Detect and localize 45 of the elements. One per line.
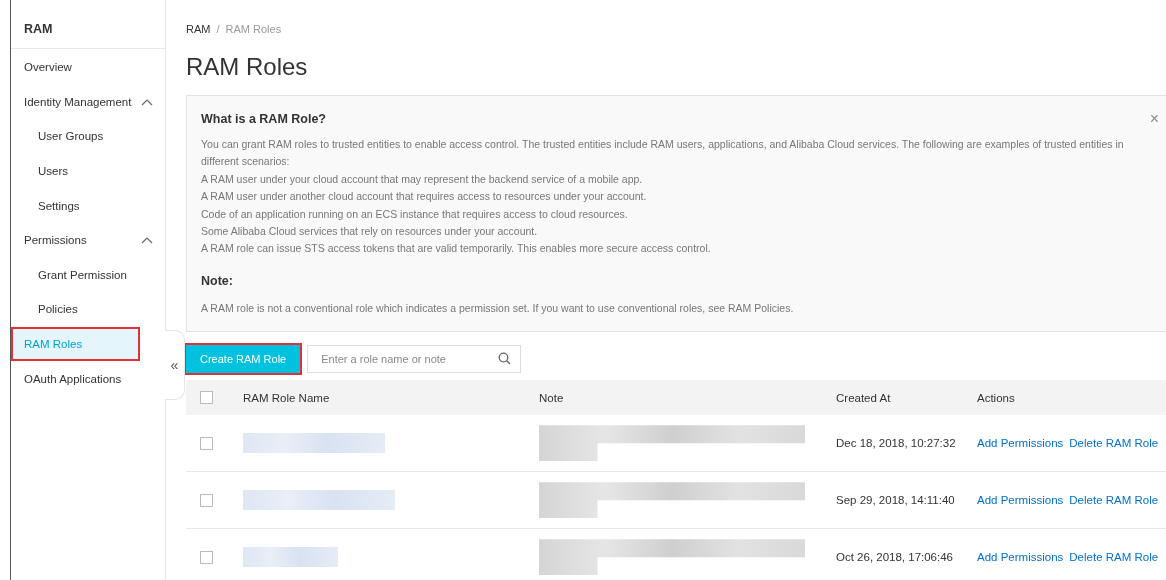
- checkbox[interactable]: [200, 493, 213, 507]
- info-text: A RAM role can issue STS access tokens that are valid temporarily. This enables more secure access control.: [201, 241, 712, 257]
- action-link[interactable]: Add Permissions: [977, 551, 1064, 564]
- checkbox[interactable]: [200, 550, 213, 564]
- breadcrumb-item[interactable]: RAM: [186, 23, 211, 35]
- collapse-handle[interactable]: «: [165, 330, 185, 400]
- action-link[interactable]: Add Permissions: [977, 494, 1064, 507]
- chevron-icon[interactable]: [141, 97, 153, 106]
- info-text: You can grant RAM roles to trusted entities to enable access control. The trusted entities include RAM users, applications, and Alibaba Cloud services. The following are examples of trusted entities in different scenarios:: [201, 137, 1125, 170]
- info-text: Code of an application running on an ECS instance that requires access to cloud resources.: [201, 206, 629, 222]
- note-heading: Note:: [201, 273, 234, 288]
- sidebar-item[interactable]: Identity Management: [11, 84, 165, 120]
- action-link[interactable]: Delete RAM Role: [1069, 437, 1159, 450]
- table-cell: Dec 18, 2018, 10:27:32: [836, 437, 956, 450]
- sidebar-title: RAM: [11, 0, 165, 49]
- sidebar-item[interactable]: Grant Permission: [11, 257, 165, 293]
- table-cell: Sep 29, 2018, 14:11:40: [836, 494, 955, 507]
- breadcrumb-item: RAM Roles: [225, 23, 282, 35]
- column-header: Created At: [836, 391, 891, 404]
- checkbox[interactable]: [200, 391, 213, 405]
- search-icon: [498, 352, 512, 366]
- breadcrumb-separator: /: [216, 23, 220, 35]
- sidebar-item[interactable]: Permissions: [11, 222, 165, 258]
- table-cell: Oct 26, 2018, 17:06:46: [836, 551, 953, 564]
- column-header: RAM Role Name: [243, 391, 330, 404]
- sidebar-item[interactable]: Settings: [11, 188, 165, 223]
- sidebar-item[interactable]: Overview: [11, 50, 165, 85]
- info-heading: What is a RAM Role?: [201, 112, 327, 126]
- checkbox[interactable]: [200, 436, 213, 450]
- note-text: A RAM role is not a conventional role which indicates a permission set. If you want to use conventional roles, see RAM Policies.: [201, 300, 795, 316]
- page-title: RAM Roles: [186, 53, 309, 81]
- info-text: A RAM user under another cloud account that requires access to resources under your account.: [201, 189, 648, 205]
- sidebar-item[interactable]: Policies: [11, 292, 165, 327]
- sidebar-item[interactable]: OAuth Applications: [11, 361, 165, 396]
- info-text: Some Alibaba Cloud services that rely on resources under your account.: [201, 224, 539, 240]
- action-link[interactable]: Delete RAM Role: [1069, 551, 1159, 564]
- chevron-icon[interactable]: [141, 236, 153, 245]
- sidebar-item[interactable]: User Groups: [11, 119, 165, 154]
- action-link[interactable]: Delete RAM Role: [1069, 494, 1159, 507]
- search-field[interactable]: Enter a role name or note: [307, 345, 522, 374]
- sidebar-item[interactable]: Users: [11, 153, 165, 189]
- action-link[interactable]: Add Permissions: [977, 437, 1064, 450]
- info-text: A RAM user under your cloud account that may represent the backend service of a mobile app.: [201, 171, 644, 187]
- column-header: Note: [539, 391, 564, 404]
- column-header: Actions: [977, 391, 1015, 404]
